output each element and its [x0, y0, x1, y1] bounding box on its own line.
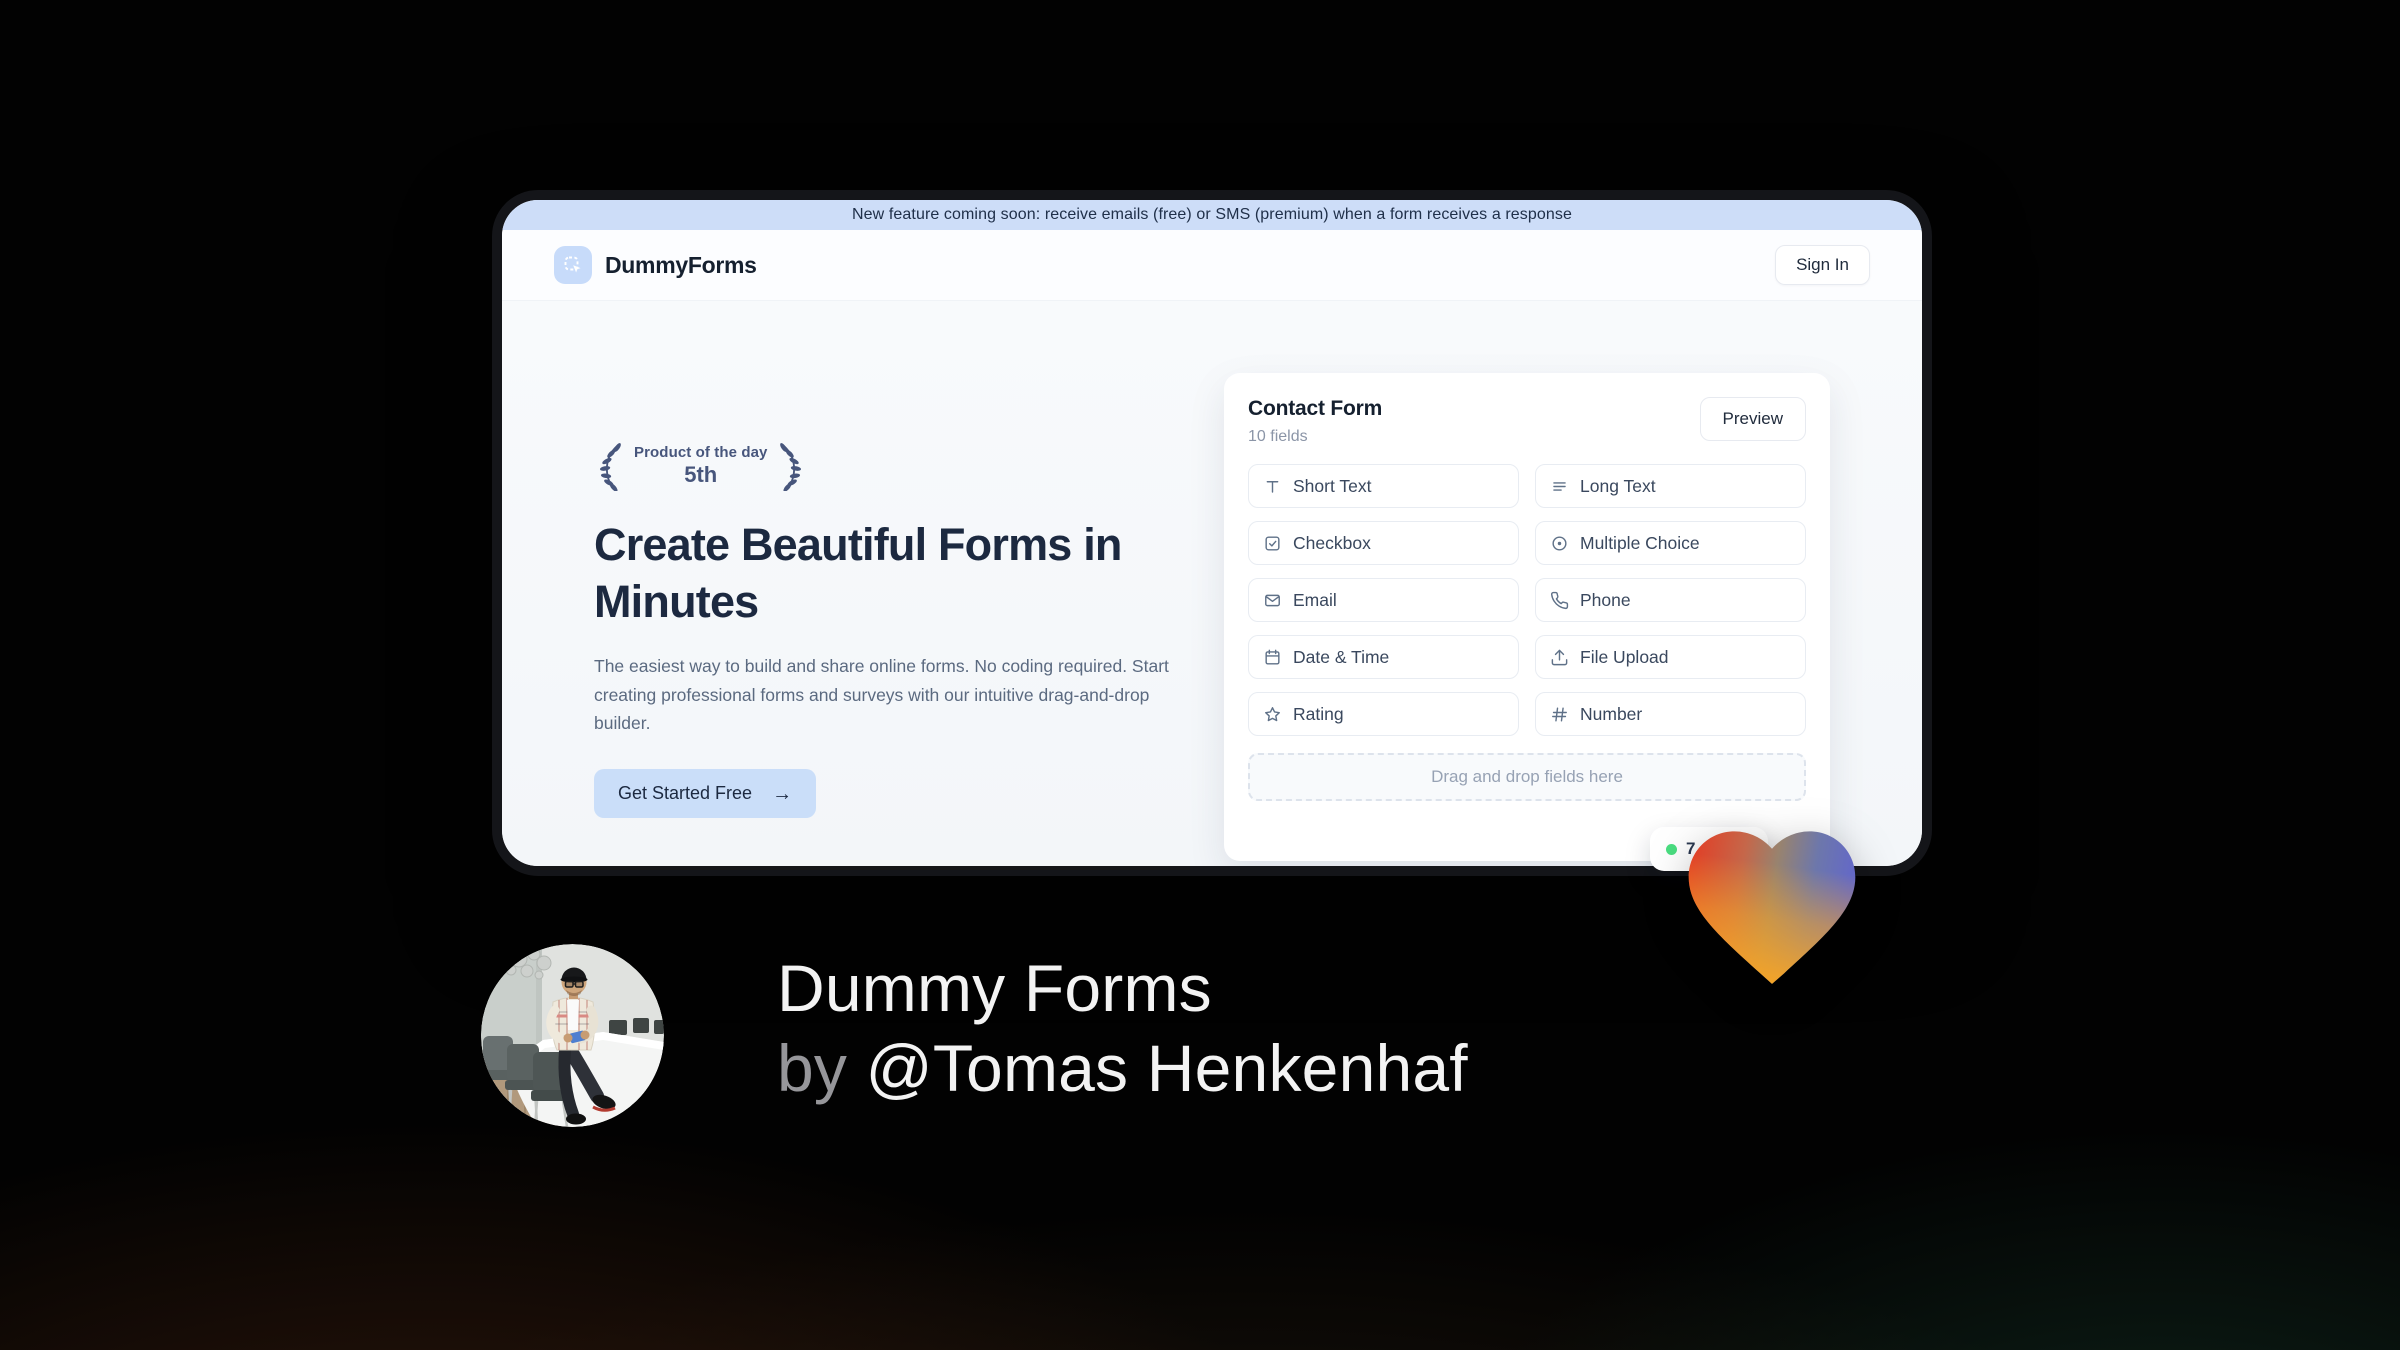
field-chip-label: Multiple Choice — [1580, 532, 1700, 553]
footer-title: Dummy Forms by @Tomas Henkenhaf — [777, 948, 1468, 1108]
drag-drop-zone[interactable]: Drag and drop fields here — [1248, 753, 1806, 801]
phone-icon — [1550, 591, 1569, 610]
laurel-right-icon — [775, 441, 807, 491]
field-chip-label: File Upload — [1580, 646, 1669, 667]
footer-byline-prefix: by — [777, 1031, 866, 1105]
author-avatar — [481, 944, 664, 1127]
badge-title: Product of the day — [634, 444, 768, 461]
lines-icon — [1550, 477, 1569, 496]
dropzone-text: Drag and drop fields here — [1431, 767, 1623, 786]
arrow-right-icon: → — [772, 782, 793, 805]
product-of-the-day-badge: Product of the day 5th — [594, 441, 1179, 491]
hash-icon — [1550, 705, 1569, 724]
hero-title: Create Beautiful Forms in Minutes — [594, 519, 1122, 627]
preview-button[interactable]: Preview — [1699, 397, 1806, 441]
field-chip-label: Email — [1293, 589, 1337, 610]
heart-icon — [1672, 806, 1872, 995]
star-icon — [1263, 705, 1282, 724]
laurel-left-icon — [594, 441, 626, 491]
field-chip-label: Rating — [1293, 703, 1344, 724]
form-title: Contact Form — [1248, 397, 1383, 420]
field-chip-label: Checkbox — [1293, 532, 1371, 553]
form-builder-card: Contact Form 10 fields Preview Short Tex… — [1224, 373, 1830, 861]
field-chip-label: Number — [1580, 703, 1643, 724]
announcement-banner: New feature coming soon: receive emails … — [502, 200, 1922, 230]
checkbox-icon — [1263, 534, 1282, 553]
upload-icon — [1550, 648, 1569, 667]
hero-description: The easiest way to build and share onlin… — [594, 656, 1169, 734]
radio-icon — [1550, 534, 1569, 553]
field-chip-number[interactable]: Number — [1535, 692, 1806, 736]
field-chip-label: Date & Time — [1293, 646, 1390, 667]
field-grid: Short Text Long Text Checkbox Multiple Choi… — [1248, 464, 1806, 736]
hero-copy: Product of the day 5th Create Beautiful … — [594, 441, 1179, 819]
promo-background: New feature coming soon: receive emails … — [0, 0, 2400, 1350]
field-chip-label: Long Text — [1580, 475, 1656, 496]
form-meta: Contact Form 10 fields — [1248, 397, 1382, 446]
field-chip-label: Short Text — [1293, 475, 1372, 496]
field-chip-phone[interactable]: Phone — [1535, 578, 1806, 622]
badge-rank: 5th — [684, 462, 718, 487]
browser-window: New feature coming soon: receive emails … — [492, 190, 1932, 876]
announcement-text: New feature coming soon: receive emails … — [852, 206, 1572, 223]
brand-name: DummyForms — [605, 251, 757, 278]
cta-label: Get Started Free — [618, 783, 753, 804]
field-chip-checkbox[interactable]: Checkbox — [1248, 521, 1519, 565]
field-chip-label: Phone — [1580, 589, 1631, 610]
footer-author-handle: @Tomas Henkenhaf — [865, 1031, 1468, 1105]
calendar-icon — [1263, 648, 1282, 667]
field-chip-rating[interactable]: Rating — [1248, 692, 1519, 736]
field-chip-email[interactable]: Email — [1248, 578, 1519, 622]
field-chip-date-time[interactable]: Date & Time — [1248, 635, 1519, 679]
form-field-count: 10 fields — [1248, 428, 1308, 445]
sign-in-button[interactable]: Sign In — [1775, 245, 1870, 285]
dashed-select-cursor-icon — [561, 253, 585, 277]
envelope-icon — [1263, 591, 1282, 610]
dummyforms-logo[interactable] — [554, 246, 592, 284]
footer-product-name: Dummy Forms — [777, 951, 1212, 1025]
site-header: DummyForms Sign In — [502, 230, 1922, 301]
field-chip-multiple-choice[interactable]: Multiple Choice — [1535, 521, 1806, 565]
text-icon — [1263, 477, 1282, 496]
field-chip-long-text[interactable]: Long Text — [1535, 464, 1806, 508]
field-chip-file-upload[interactable]: File Upload — [1535, 635, 1806, 679]
hero-section: Product of the day 5th Create Beautiful … — [502, 301, 1922, 866]
get-started-button[interactable]: Get Started Free → — [594, 769, 817, 819]
field-chip-short-text[interactable]: Short Text — [1248, 464, 1519, 508]
